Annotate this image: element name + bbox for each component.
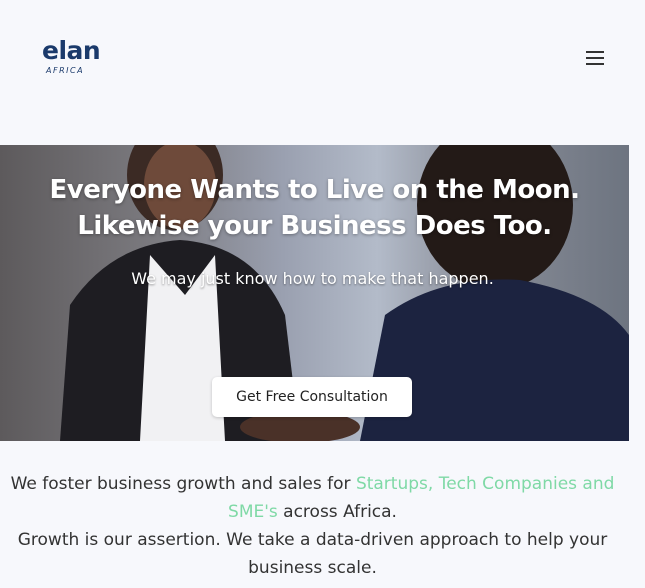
get-free-consultation-button[interactable]: Get Free Consultation (212, 377, 412, 417)
hero-subtitle: We may just know how to make that happen… (131, 269, 494, 288)
elan-africa-logo[interactable]: elan AFRICA (42, 36, 122, 80)
logo-subtext: AFRICA (46, 66, 85, 75)
hero-title: Everyone Wants to Live on the Moon. Like… (0, 172, 629, 244)
intro-text: We foster business growth and sales for … (0, 470, 625, 582)
logo-wordmark: elan (42, 36, 101, 65)
intro-text-before: We foster business growth and sales for (10, 474, 356, 494)
hero-banner: Everyone Wants to Live on the Moon. Like… (0, 145, 629, 441)
intro-text-after: across Africa. (277, 502, 397, 522)
hero-title-line-1: Everyone Wants to Live on the Moon. (49, 175, 580, 205)
intro-line-2: Growth is our assertion. We take a data-… (17, 530, 608, 578)
hero-title-line-2: Likewise your Business Does Too. (77, 211, 552, 241)
site-header: elan AFRICA (0, 0, 645, 120)
hamburger-menu-icon[interactable] (584, 48, 608, 68)
